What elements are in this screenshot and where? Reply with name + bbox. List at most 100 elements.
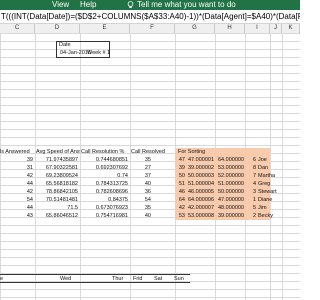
- cell-call-resolved[interactable]: 35: [131, 204, 151, 212]
- formula-text: T(((INT(Data[Date])=($D$2+COLUMNS($A$33:…: [1, 12, 300, 21]
- cell-sort-name[interactable]: Joe: [258, 156, 278, 164]
- cell-sort-rank[interactable]: 8: [246, 164, 256, 172]
- cell-calls-answered[interactable]: 54: [0, 196, 33, 204]
- cell-sort-rank[interactable]: 5: [246, 204, 256, 212]
- column-header[interactable]: D: [35, 24, 80, 33]
- column-header[interactable]: E: [80, 24, 130, 33]
- cell-sort-c[interactable]: 39.000000: [216, 212, 244, 220]
- cell-avg-speed[interactable]: 69.23809524: [36, 172, 78, 180]
- cell-sort-c[interactable]: 47.000000: [216, 196, 244, 204]
- cell-avg-speed[interactable]: 71.5: [36, 204, 78, 212]
- cell-call-resolution[interactable]: 0.754716981: [81, 212, 128, 220]
- column-header[interactable]: G: [175, 24, 215, 33]
- cell-avg-speed[interactable]: 65.86046512: [36, 212, 78, 220]
- day-sat: Sat: [154, 276, 163, 282]
- cell-sort-b[interactable]: 50.000003: [186, 172, 214, 180]
- day-wed: Wed: [60, 276, 72, 282]
- cell-sort-c[interactable]: 52.000000: [216, 172, 244, 180]
- cell-call-resolved[interactable]: 36: [131, 188, 151, 196]
- cell-sort-rank[interactable]: 4: [246, 180, 256, 188]
- cell-sort-name[interactable]: Diane: [258, 196, 278, 204]
- cell-sort-a[interactable]: 42: [176, 204, 185, 212]
- cell-sort-b[interactable]: 42.000007: [186, 204, 214, 212]
- cell-sort-rank[interactable]: 2: [246, 212, 256, 220]
- cell-call-resolution[interactable]: 0.782608696: [81, 188, 128, 196]
- cell-calls-answered[interactable]: 43: [0, 212, 33, 220]
- cell-sort-rank[interactable]: 3: [246, 188, 256, 196]
- column-header[interactable]: J: [270, 24, 282, 33]
- ribbon-tab-view[interactable]: View: [52, 0, 69, 10]
- date-label: Date: [59, 42, 71, 48]
- lightbulb-icon: [127, 1, 134, 8]
- ribbon-tab-help[interactable]: Help: [80, 0, 96, 10]
- cell-sort-name[interactable]: Jim: [258, 204, 278, 212]
- cell-sort-b[interactable]: 51.000004: [186, 180, 214, 188]
- cell-sort-name[interactable]: Martha: [258, 172, 278, 180]
- column-header[interactable]: H: [215, 24, 245, 33]
- cell-call-resolution[interactable]: 0.84375: [81, 196, 128, 204]
- cell-sort-c[interactable]: 53.000000: [216, 164, 244, 172]
- cell-call-resolution[interactable]: 0.744680851: [81, 156, 128, 164]
- header-call-resolved: Call Resolved: [131, 149, 165, 155]
- cell-call-resolution[interactable]: 0.74: [81, 172, 128, 180]
- cell-sort-a[interactable]: 47: [176, 156, 185, 164]
- cell-sort-b[interactable]: 46.000005: [186, 188, 214, 196]
- formula-bar[interactable]: T(((INT(Data[Date])=($D$2+COLUMNS($A$33:…: [0, 10, 300, 24]
- cell-sort-b[interactable]: 64.000006: [186, 196, 214, 204]
- header-calls-answered: ls Answered: [0, 149, 30, 155]
- cell-sort-c[interactable]: 51.000000: [216, 180, 244, 188]
- cell-sort-a[interactable]: 64: [176, 196, 185, 204]
- cell-avg-speed[interactable]: 70.51481481: [36, 196, 78, 204]
- cell-sort-name[interactable]: Dan: [258, 164, 278, 172]
- day-thur: Thur: [112, 276, 124, 282]
- cell-sort-c[interactable]: 50.000000: [216, 188, 244, 196]
- cell-sort-name[interactable]: Stewart: [258, 188, 278, 196]
- cell-sort-b[interactable]: 47.000001: [186, 156, 214, 164]
- day-prefix: e: [0, 276, 4, 282]
- day-sun: Sun: [174, 276, 184, 282]
- cell-call-resolved[interactable]: 40: [131, 212, 151, 220]
- cell-calls-answered[interactable]: 44: [0, 204, 33, 212]
- cell-call-resolved[interactable]: 27: [131, 164, 151, 172]
- cell-call-resolved[interactable]: 35: [131, 156, 151, 164]
- header-call-resolution: Call Resolution %: [81, 149, 125, 155]
- week-label: Week # 1: [87, 50, 111, 56]
- cell-sort-rank[interactable]: 7: [246, 172, 256, 180]
- cell-sort-c[interactable]: 64.000000: [216, 156, 244, 164]
- cell-calls-answered[interactable]: 39: [0, 156, 33, 164]
- cell-avg-speed[interactable]: 78.86842105: [36, 188, 78, 196]
- column-header[interactable]: F: [130, 24, 175, 33]
- cell-call-resolved[interactable]: 40: [131, 180, 151, 188]
- cell-sort-b[interactable]: 53.000008: [186, 212, 214, 220]
- column-header[interactable]: I: [245, 24, 270, 33]
- cell-sort-b[interactable]: 39.000002: [186, 164, 214, 172]
- header-avg-speed: Avg Speed of Answer: [36, 149, 80, 155]
- cell-calls-answered[interactable]: 44: [0, 180, 33, 188]
- cell-sort-a[interactable]: 51: [176, 180, 185, 188]
- cell-sort-rank[interactable]: 1: [246, 196, 256, 204]
- cell-sort-a[interactable]: 53: [176, 212, 185, 220]
- cell-sort-name[interactable]: Becky: [258, 212, 278, 220]
- column-header[interactable]: C: [0, 24, 35, 33]
- cell-call-resolved[interactable]: 54: [131, 196, 151, 204]
- cell-avg-speed[interactable]: 71.97435897: [36, 156, 78, 164]
- cell-sort-a[interactable]: 39: [176, 164, 185, 172]
- column-header[interactable]: K: [282, 24, 300, 33]
- tell-me-search[interactable]: Tell me what you want to do: [137, 0, 236, 10]
- cell-sort-name[interactable]: Greg: [258, 180, 278, 188]
- cell-calls-answered[interactable]: 42: [0, 188, 33, 196]
- cell-call-resolution[interactable]: 0.784313725: [81, 180, 128, 188]
- day-frid: Frid: [133, 276, 143, 282]
- cell-sort-rank[interactable]: 6: [246, 156, 256, 164]
- ribbon-bar: View Help Tell me what you want to do: [0, 0, 300, 10]
- cell-avg-speed[interactable]: 67.90322581: [36, 164, 78, 172]
- cell-calls-answered[interactable]: 42: [0, 172, 33, 180]
- cell-call-resolution[interactable]: 0.673076923: [81, 204, 128, 212]
- cell-sort-a[interactable]: 46: [176, 188, 185, 196]
- cell-avg-speed[interactable]: 65.56818182: [36, 180, 78, 188]
- cell-call-resolved[interactable]: 37: [131, 172, 151, 180]
- cell-calls-answered[interactable]: 31: [0, 164, 33, 172]
- cell-sort-c[interactable]: 48.000000: [216, 204, 244, 212]
- cell-call-resolution[interactable]: 0.692307692: [81, 164, 128, 172]
- cell-sort-a[interactable]: 50: [176, 172, 185, 180]
